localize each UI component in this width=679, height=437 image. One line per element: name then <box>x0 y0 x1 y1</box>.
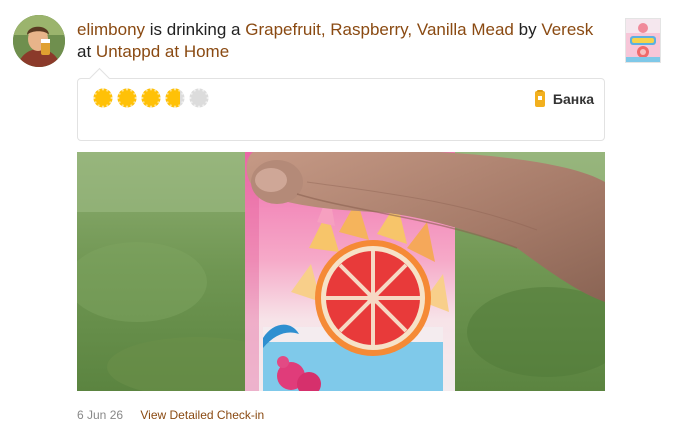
bottle-cap-icon <box>189 88 209 108</box>
avatar-image <box>13 15 65 67</box>
bottle-cap-icon <box>117 88 137 108</box>
serving-style-label: Банка <box>552 91 594 107</box>
can-icon <box>534 90 545 107</box>
bottle-cap-icon <box>93 88 113 108</box>
at-text: at <box>77 42 92 61</box>
bottle-cap-icon <box>165 88 185 108</box>
by-text: by <box>518 20 537 39</box>
action-text: is drinking a <box>149 20 241 39</box>
checkin-headline: elimbony is drinking a Grapefruit, Raspb… <box>77 19 597 63</box>
beer-label-thumbnail[interactable] <box>625 18 661 63</box>
beer-label-image <box>626 19 660 62</box>
venue-link[interactable]: Untappd at Home <box>96 42 229 61</box>
checkin-photo[interactable] <box>77 152 605 391</box>
view-detailed-checkin-link[interactable]: View Detailed Check-in <box>140 408 264 422</box>
user-link[interactable]: elimbony <box>77 20 145 39</box>
bottle-cap-icon <box>141 88 161 108</box>
rating-card: Банка <box>77 78 605 141</box>
beer-link[interactable]: Grapefruit, Raspberry, Vanilla Mead <box>245 20 514 39</box>
user-avatar[interactable] <box>13 15 65 67</box>
serving-style: Банка <box>534 90 594 108</box>
brewery-link[interactable]: Veresk <box>541 20 593 39</box>
checkin-date[interactable]: 6 Jun 26 <box>77 408 123 422</box>
checkin-footer: 6 Jun 26 View Detailed Check-in <box>77 407 264 423</box>
checkin-card: elimbony is drinking a Grapefruit, Raspb… <box>0 0 679 437</box>
checkin-photo-image <box>77 152 605 391</box>
